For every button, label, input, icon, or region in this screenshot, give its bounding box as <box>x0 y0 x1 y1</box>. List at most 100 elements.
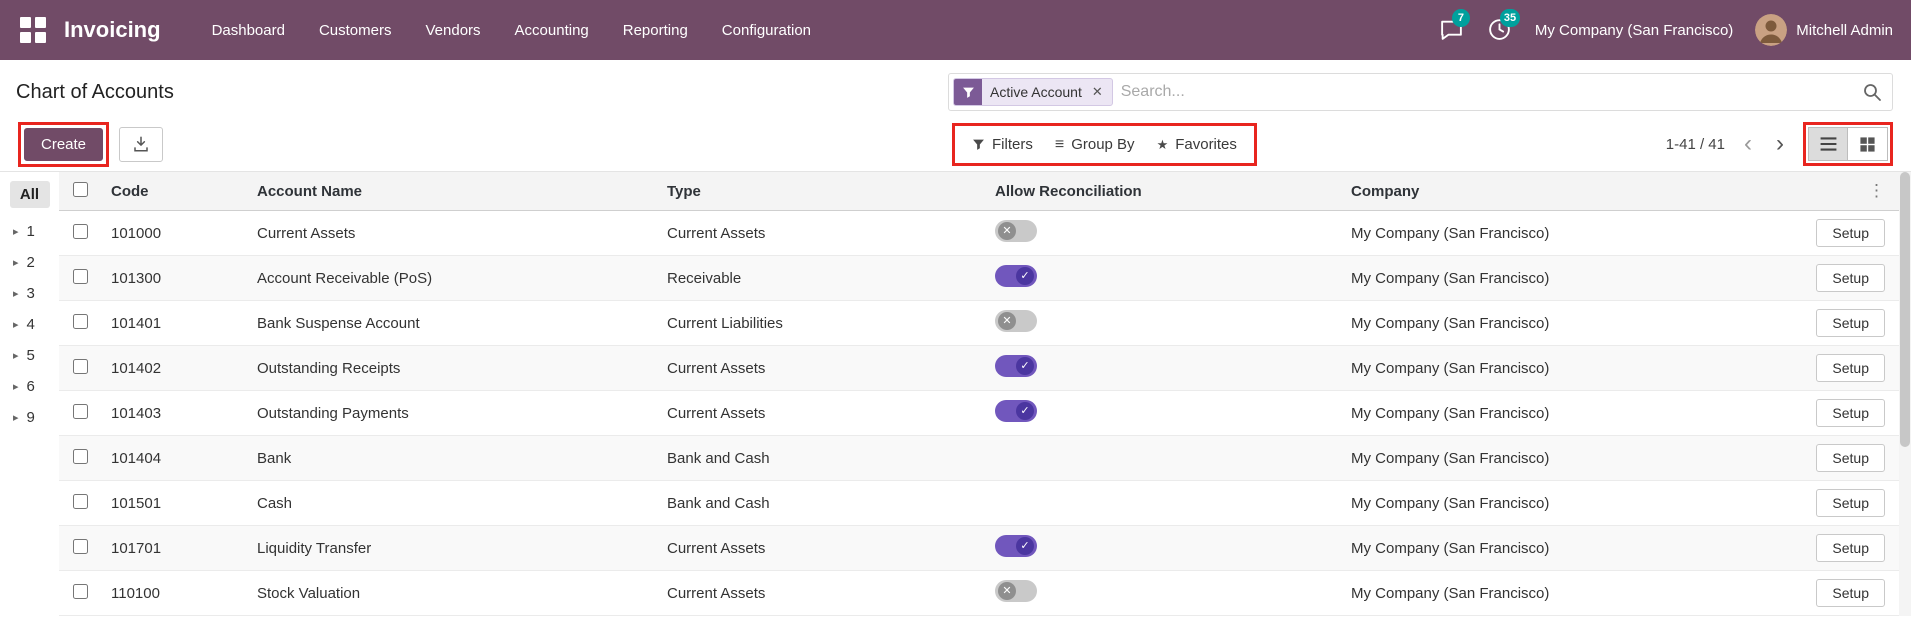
table-row[interactable]: 101401 Bank Suspense Account Current Lia… <box>59 300 1899 346</box>
row-checkbox[interactable] <box>73 493 88 509</box>
pager-next-icon[interactable]: › <box>1771 132 1789 156</box>
facet-remove-icon[interactable]: ✕ <box>1090 84 1112 100</box>
table-row[interactable]: 110100 Stock Valuation Current Assets My… <box>59 570 1899 616</box>
caret-right-icon: ▸ <box>13 288 19 300</box>
table-area: Code Account Name Type Allow Reconciliat… <box>59 172 1911 616</box>
row-checkbox[interactable] <box>73 538 88 554</box>
table-row[interactable]: 110200 Stock Interim (Received) Current … <box>59 615 1899 616</box>
setup-button[interactable]: Setup <box>1816 354 1885 382</box>
setup-button[interactable]: Setup <box>1816 219 1885 247</box>
app-name[interactable]: Invoicing <box>64 17 161 43</box>
kanban-view-button[interactable] <box>1848 127 1888 161</box>
create-button[interactable]: Create <box>24 127 104 161</box>
export-button[interactable] <box>119 126 164 162</box>
apps-menu-icon[interactable] <box>18 15 48 45</box>
column-header-type[interactable]: Type <box>657 172 985 211</box>
favorites-button[interactable]: ★ Favorites <box>1146 129 1248 160</box>
setup-button[interactable]: Setup <box>1816 309 1885 337</box>
allow-reconciliation-toggle[interactable] <box>995 400 1037 422</box>
sidebar-group-item[interactable]: ▸ 5 <box>0 340 59 371</box>
caret-right-icon: ▸ <box>13 226 19 238</box>
setup-button[interactable]: Setup <box>1816 579 1885 607</box>
pager-area: 1-41 / 41 ‹ › <box>1666 122 1893 166</box>
allow-reconciliation-toggle[interactable] <box>995 580 1037 602</box>
sidebar-item-all[interactable]: All <box>9 181 50 208</box>
table-row[interactable]: 101403 Outstanding Payments Current Asse… <box>59 390 1899 436</box>
setup-button[interactable]: Setup <box>1816 264 1885 292</box>
sidebar-group-item[interactable]: ▸ 3 <box>0 278 59 309</box>
select-all-checkbox[interactable] <box>73 181 88 197</box>
search-icon[interactable] <box>1862 82 1882 102</box>
table-row[interactable]: 101300 Account Receivable (PoS) Receivab… <box>59 255 1899 301</box>
allow-reconciliation-toggle[interactable] <box>995 220 1037 242</box>
row-checkbox[interactable] <box>73 448 88 464</box>
activities-icon[interactable]: 35 <box>1487 9 1521 43</box>
navbar-menu-item[interactable]: Vendors <box>408 0 497 60</box>
search-input[interactable] <box>1120 83 1854 101</box>
cell-code: 101402 <box>101 345 247 391</box>
setup-button[interactable]: Setup <box>1816 399 1885 427</box>
cell-account-name: Outstanding Payments <box>247 390 657 436</box>
row-checkbox[interactable] <box>73 583 88 599</box>
navbar-menu-item[interactable]: Customers <box>302 0 409 60</box>
toggle-knob-icon <box>1016 537 1034 555</box>
row-checkbox[interactable] <box>73 403 88 419</box>
table-row[interactable]: 101404 Bank Bank and Cash My Company (Sa… <box>59 435 1899 481</box>
row-checkbox[interactable] <box>73 268 88 284</box>
cell-company: My Company (San Francisco) <box>1341 435 1797 481</box>
setup-button[interactable]: Setup <box>1816 444 1885 472</box>
table-row[interactable]: 101701 Liquidity Transfer Current Assets… <box>59 525 1899 571</box>
search-bar[interactable]: Active Account ✕ <box>948 73 1893 111</box>
row-checkbox[interactable] <box>73 313 88 329</box>
navbar-menu-item[interactable]: Accounting <box>498 0 606 60</box>
optional-columns-icon[interactable]: ⋮ <box>1868 181 1885 200</box>
cell-type: Current Assets <box>657 345 985 391</box>
row-checkbox[interactable] <box>73 358 88 374</box>
sidebar-group-item[interactable]: ▸ 4 <box>0 309 59 340</box>
user-avatar <box>1755 14 1788 46</box>
row-checkbox[interactable] <box>73 223 88 239</box>
filters-button[interactable]: Filters <box>961 129 1044 160</box>
company-switcher[interactable]: My Company (San Francisco) <box>1535 22 1733 39</box>
column-header-code[interactable]: Code <box>101 172 247 211</box>
sidebar-group-item[interactable]: ▸ 1 <box>0 216 59 247</box>
avatar-image <box>1755 14 1788 46</box>
user-menu[interactable]: Mitchell Admin <box>1755 14 1893 46</box>
allow-reconciliation-toggle[interactable] <box>995 355 1037 377</box>
cell-company: My Company (San Francisco) <box>1341 345 1797 391</box>
allow-reconciliation-toggle[interactable] <box>995 310 1037 332</box>
navbar-menu-item[interactable]: Configuration <box>705 0 828 60</box>
navbar-menu-item[interactable]: Reporting <box>606 0 705 60</box>
setup-button[interactable]: Setup <box>1816 534 1885 562</box>
search-facet[interactable]: Active Account ✕ <box>953 78 1113 106</box>
cell-type: Current Assets <box>657 210 985 256</box>
allow-reconciliation-toggle[interactable] <box>995 535 1037 557</box>
table-row[interactable]: 101402 Outstanding Receipts Current Asse… <box>59 345 1899 391</box>
cell-code: 101701 <box>101 525 247 571</box>
column-header-account-name[interactable]: Account Name <box>247 172 657 211</box>
table-row[interactable]: 101000 Current Assets Current Assets My … <box>59 210 1899 256</box>
toggle-knob-icon <box>998 582 1016 600</box>
navbar-menu: Dashboard Customers Vendors Accounting R… <box>195 0 828 60</box>
cell-account-name: Stock Interim (Received) <box>247 615 657 616</box>
navbar-menu-item[interactable]: Dashboard <box>195 0 302 60</box>
column-header-allow-reconciliation[interactable]: Allow Reconciliation <box>985 172 1341 211</box>
column-header-company[interactable]: Company <box>1341 172 1797 211</box>
sidebar-group-item[interactable]: ▸ 9 <box>0 402 59 433</box>
cell-code: 101300 <box>101 255 247 301</box>
sidebar-group-item[interactable]: ▸ 6 <box>0 371 59 402</box>
scrollbar-thumb[interactable] <box>1900 172 1910 448</box>
pager-previous-icon[interactable]: ‹ <box>1739 132 1757 156</box>
caret-right-icon: ▸ <box>13 412 19 424</box>
toggle-knob-icon <box>1016 402 1034 420</box>
list-view-button[interactable] <box>1808 127 1848 161</box>
group-by-button[interactable]: ≡ Group By <box>1044 129 1146 160</box>
annotation-box-search-options: Filters ≡ Group By ★ Favorites <box>952 123 1257 166</box>
control-panel: Chart of Accounts Active Account ✕ Creat… <box>0 60 1911 172</box>
table-row[interactable]: 101501 Cash Bank and Cash My Company (Sa… <box>59 480 1899 526</box>
sidebar-group-item[interactable]: ▸ 2 <box>0 247 59 278</box>
messages-icon[interactable]: 7 <box>1439 9 1470 43</box>
cell-type: Bank and Cash <box>657 480 985 526</box>
allow-reconciliation-toggle[interactable] <box>995 265 1037 287</box>
setup-button[interactable]: Setup <box>1816 489 1885 517</box>
